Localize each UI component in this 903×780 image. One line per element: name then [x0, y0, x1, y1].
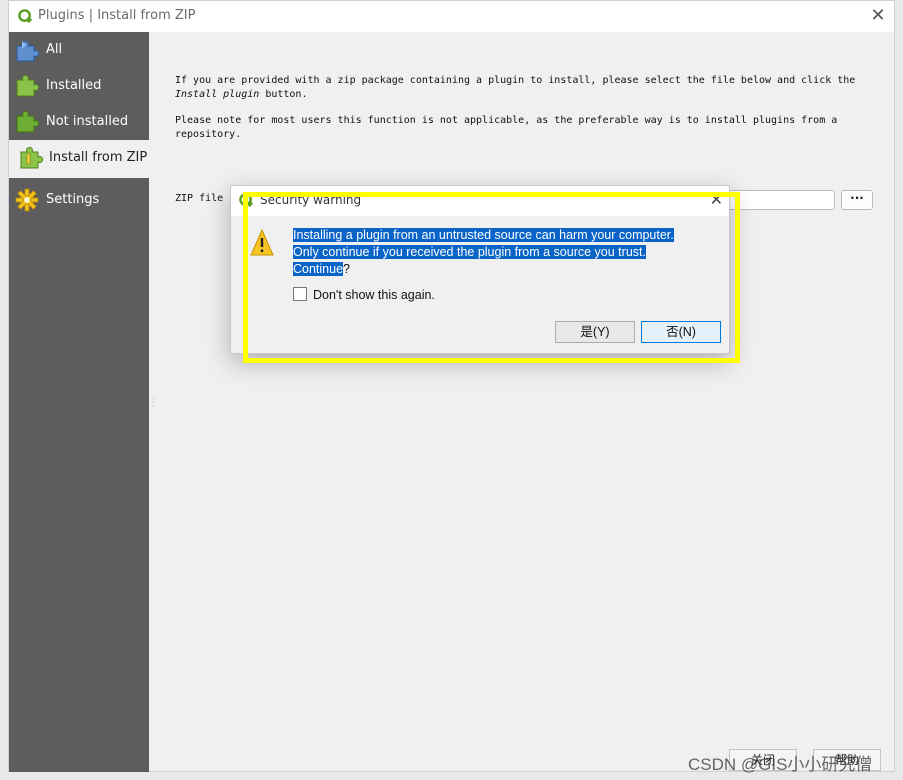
- title-bar: Plugins | Install from ZIP ✕: [9, 1, 894, 32]
- sidebar-item-installed[interactable]: Installed: [9, 68, 149, 104]
- sidebar-item-label: Not installed: [46, 114, 129, 129]
- qgis-logo-icon: [18, 9, 33, 24]
- puzzle-installed-icon: [16, 74, 40, 97]
- sidebar-item-label: All: [46, 42, 63, 57]
- gear-icon: [15, 188, 39, 212]
- sidebar: All Installed Not installed Install from…: [9, 32, 149, 772]
- puzzle-all-icon: [16, 40, 40, 62]
- puzzle-zip-icon: [20, 146, 44, 169]
- window-title: Plugins | Install from ZIP: [38, 8, 196, 23]
- sidebar-item-label: Installed: [46, 78, 102, 93]
- plugins-window: Plugins | Install from ZIP ✕ All Install…: [8, 0, 895, 772]
- intro-line: If you are provided with a zip package c…: [175, 75, 856, 86]
- sidebar-item-label: Settings: [46, 192, 100, 207]
- install-plugin-emphasis: Install plugin: [175, 89, 260, 100]
- intro-text: If you are provided with a zip package c…: [175, 74, 875, 102]
- sidebar-item-not-installed[interactable]: Not installed: [9, 104, 149, 140]
- annotation-highlight-box: [243, 192, 740, 363]
- sidebar-item-settings[interactable]: Settings: [9, 182, 149, 218]
- intro-line-tail: button.: [259, 89, 308, 100]
- puzzle-not-installed-icon: [16, 110, 40, 133]
- splitter-handle[interactable]: · · ·: [152, 395, 155, 411]
- sidebar-item-label: Install from ZIP: [49, 150, 148, 165]
- watermark: CSDN @GIS小小研究僧: [688, 755, 873, 774]
- note-text: Please note for most users this function…: [175, 115, 838, 140]
- install-zip-panel: If you are provided with a zip package c…: [149, 32, 895, 772]
- zip-file-label: ZIP file: [175, 193, 224, 204]
- sidebar-item-all[interactable]: All: [9, 32, 149, 68]
- close-window-button[interactable]: ✕: [868, 6, 888, 26]
- browse-button[interactable]: ···: [841, 190, 873, 210]
- sidebar-item-install-from-zip[interactable]: Install from ZIP: [9, 140, 149, 178]
